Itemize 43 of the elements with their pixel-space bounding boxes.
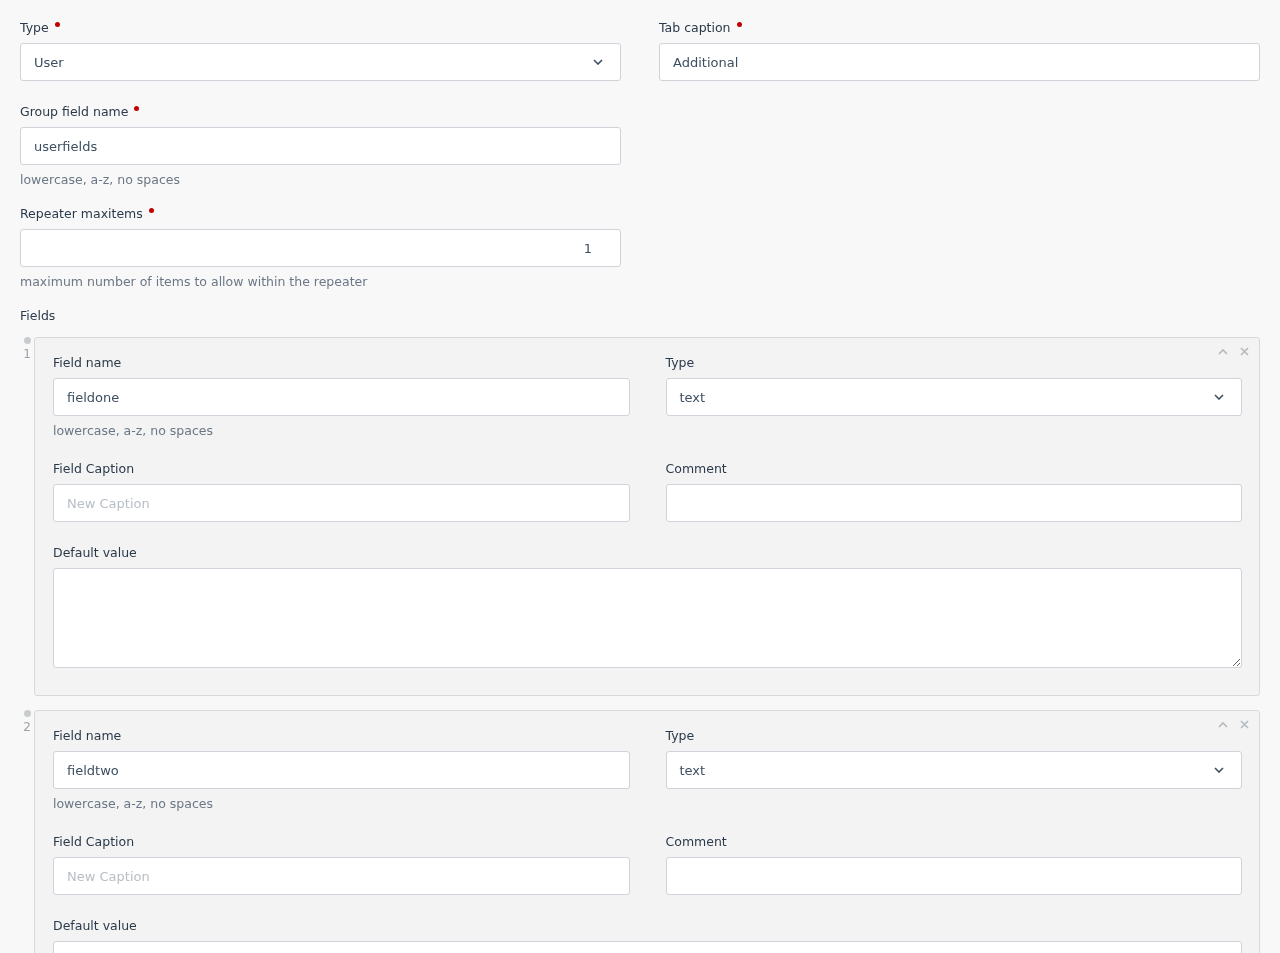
field-label: Comment (665, 460, 727, 478)
collapse-icon[interactable] (1218, 721, 1228, 728)
field-label: Field name (53, 354, 122, 372)
chevron-down-icon[interactable] (1214, 394, 1224, 400)
input-field[interactable]: New Caption (53, 484, 630, 522)
field-label: Type (665, 727, 695, 745)
help-text: maximum number of items to allow within the repeater (20, 275, 369, 289)
field-label: Group field name (20, 103, 129, 121)
text-area[interactable] (53, 568, 1242, 668)
drag-handle-icon[interactable] (23, 710, 31, 717)
help-text: lowercase, a-z, no spaces (20, 173, 181, 187)
select-field[interactable]: text (665, 751, 1242, 789)
input-field[interactable]: fieldone (53, 378, 630, 416)
field-label: Field name (53, 727, 122, 745)
collapse-icon[interactable] (1218, 348, 1228, 355)
item-number: 2 (23, 720, 31, 734)
field-label: Field Caption (53, 833, 135, 851)
chevron-down-icon[interactable] (1214, 767, 1224, 773)
field-label: Default value (53, 544, 137, 562)
close-icon[interactable] (1240, 720, 1249, 729)
input-field[interactable]: New Caption (53, 857, 630, 895)
field-label: Type (665, 354, 695, 372)
field-label: Type (20, 19, 49, 37)
field-label: Tab caption (659, 19, 731, 37)
select-field[interactable]: User (20, 43, 621, 81)
input-field[interactable]: userfields (20, 127, 621, 165)
chevron-down-icon[interactable] (593, 59, 603, 65)
field-label: Field Caption (53, 460, 135, 478)
field-label: Default value (53, 917, 137, 935)
item-number: 1 (23, 347, 31, 361)
close-icon[interactable] (1240, 347, 1249, 356)
field-label: Repeater maxitems (20, 205, 143, 223)
drag-handle-icon[interactable] (23, 337, 31, 344)
input-field[interactable]: Additional (659, 43, 1260, 81)
input-field[interactable]: fieldtwo (53, 751, 630, 789)
section-label: Fields (20, 307, 57, 325)
input-field[interactable]: 1 (20, 229, 621, 267)
input-field[interactable] (665, 484, 1242, 522)
select-field[interactable]: text (665, 378, 1242, 416)
field-label: Comment (665, 833, 727, 851)
help-text: lowercase, a-z, no spaces (53, 424, 214, 438)
help-text: lowercase, a-z, no spaces (53, 797, 214, 811)
input-field[interactable] (665, 857, 1242, 895)
